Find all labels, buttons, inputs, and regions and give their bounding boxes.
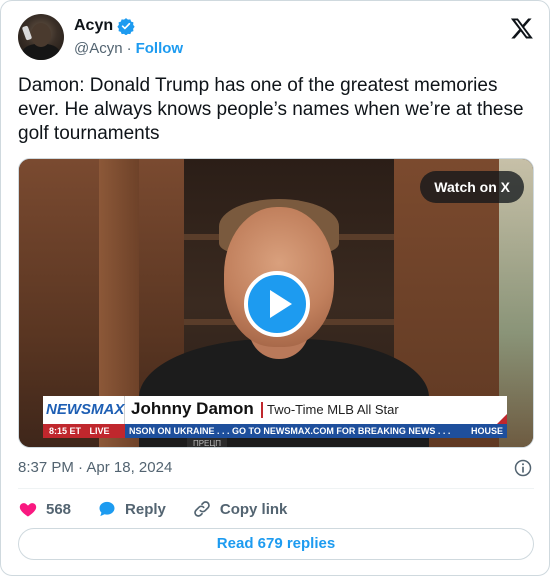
heart-icon xyxy=(19,503,37,517)
reply-button[interactable]: Reply xyxy=(97,499,166,519)
lower-third-title: Two-Time MLB All Star xyxy=(261,402,399,418)
verified-badge-icon xyxy=(117,18,135,35)
play-button[interactable] xyxy=(244,271,310,337)
ticker-right-label: HOUSE xyxy=(470,426,503,436)
action-bar: 568 Reply Copy link xyxy=(18,497,313,521)
read-replies-button[interactable]: Read 679 replies xyxy=(18,528,534,560)
follow-button[interactable]: Follow xyxy=(136,40,184,57)
timestamp-separator: · xyxy=(78,459,84,476)
lower-third-banner: NEWSMAX Johnny Damon Two-Time MLB All St… xyxy=(43,396,507,424)
avatar-face-shape xyxy=(31,23,51,47)
ticker-live: LIVE xyxy=(89,426,110,436)
tweet-text: Damon: Donald Trump has one of the great… xyxy=(18,75,524,144)
news-ticker: 8:15 ET LIVE NSON ON UKRAINE . . . GO TO… xyxy=(43,424,507,438)
handle-row: @Acyn · Follow xyxy=(74,40,183,57)
timestamp-date: Apr 18, 2024 xyxy=(86,459,173,476)
like-count: 568 xyxy=(46,500,72,518)
divider xyxy=(18,488,534,489)
ticker-sub-label: ПРЕЦП xyxy=(187,438,227,447)
network-logo: NEWSMAX xyxy=(43,396,125,424)
avatar[interactable] xyxy=(18,14,64,60)
handle[interactable]: @Acyn xyxy=(74,40,123,57)
link-icon xyxy=(194,501,210,517)
copy-link-button[interactable]: Copy link xyxy=(192,499,288,519)
tweet-timestamp[interactable]: 8:37 PM · Apr 18, 2024 xyxy=(18,459,172,476)
video-player[interactable]: Watch on X NEWSMAX Johnny Damon Two-Time… xyxy=(18,158,534,448)
ticker-time-box: 8:15 ET LIVE xyxy=(43,424,125,438)
ticker-text: NSON ON UKRAINE . . . GO TO NEWSMAX.COM … xyxy=(129,426,451,436)
watch-on-x-button[interactable]: Watch on X xyxy=(420,171,524,203)
info-icon[interactable] xyxy=(513,458,533,478)
timestamp-time: 8:37 PM xyxy=(18,459,74,476)
lower-third-name: Johnny Damon xyxy=(131,399,254,418)
name-row: Acyn xyxy=(74,17,135,35)
tweet-header: Acyn @Acyn · Follow xyxy=(18,14,534,62)
copy-link-label: Copy link xyxy=(219,500,288,518)
like-button[interactable]: 568 xyxy=(18,499,71,519)
display-name[interactable]: Acyn xyxy=(74,17,113,35)
reply-label: Reply xyxy=(125,500,166,518)
reply-bubble-icon xyxy=(99,501,115,517)
lower-third-accent xyxy=(497,414,507,424)
play-icon xyxy=(270,290,292,318)
tweet-card: Acyn @Acyn · Follow Damon: Donald Trump … xyxy=(0,0,550,576)
x-logo-icon[interactable] xyxy=(510,16,534,40)
ticker-time: 8:15 ET xyxy=(49,426,82,436)
handle-separator: · xyxy=(126,40,132,57)
